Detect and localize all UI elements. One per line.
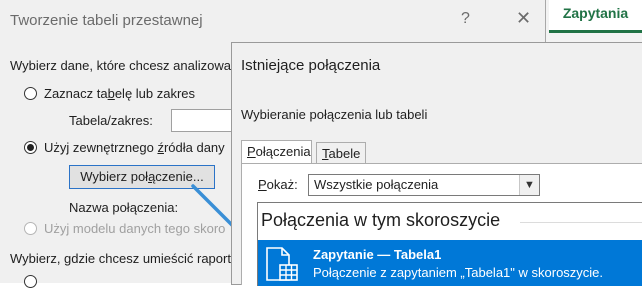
table-range-label: Tabela/zakres:	[69, 113, 153, 128]
choose-data-label: Wybierz dane, które chcesz analizowa	[10, 58, 231, 73]
connection-name: Zapytanie — Tabela1	[313, 247, 442, 262]
radio-range[interactable]	[24, 87, 37, 100]
connection-item-selected[interactable]: Zapytanie — Tabela1 Połączenie z zapytan…	[258, 240, 642, 286]
radio-external-label[interactable]: Użyj zewnętrznego źródła dany	[44, 140, 225, 155]
connection-description: Połączenie z zapytaniem „Tabela1" w skor…	[313, 265, 604, 280]
existing-connections-dialog: Istniejące połączenia Wybieranie połącze…	[231, 42, 642, 286]
tab-connections[interactable]: Połączenia	[241, 140, 312, 164]
radio-external-source[interactable]	[24, 141, 37, 154]
table-connection-icon	[266, 247, 298, 281]
connection-name-label: Nazwa połączenia:	[69, 200, 179, 215]
dialog-subtitle: Wybieranie połączenia lub tabeli	[241, 107, 428, 122]
tab-tables[interactable]: Tabele	[316, 142, 366, 164]
ribbon-tab-queries[interactable]: Zapytania	[549, 0, 642, 33]
connections-tab-pane: Pokaż: Wszystkie połączenia ▼ Połączenia…	[241, 163, 642, 286]
group-divider	[520, 222, 642, 223]
radio-new-sheet[interactable]	[24, 275, 37, 288]
choose-place-label: Wybierz, gdzie chcesz umieścić raport	[10, 251, 231, 266]
table-range-input[interactable]	[171, 109, 233, 132]
show-filter-select[interactable]: Wszystkie połączenia ▼	[308, 174, 540, 196]
dialog-title: Tworzenie tabeli przestawnej	[10, 12, 203, 29]
help-icon[interactable]: ?	[461, 10, 470, 28]
radio-data-model[interactable]	[24, 222, 37, 235]
show-filter-value: Wszystkie połączenia	[314, 177, 439, 192]
show-label: Pokaż:	[258, 177, 298, 192]
dialog-title: Istniejące połączenia	[241, 57, 381, 74]
radio-range-label[interactable]: Zaznacz tabelę lub zakres	[44, 86, 195, 101]
chevron-down-icon[interactable]: ▼	[519, 175, 539, 195]
group-header: Połączenia w tym skoroszycie	[261, 210, 501, 230]
close-icon[interactable]: ✕	[516, 8, 531, 29]
connections-list[interactable]: Połączenia w tym skoroszycie Zapytanie —…	[257, 202, 642, 286]
